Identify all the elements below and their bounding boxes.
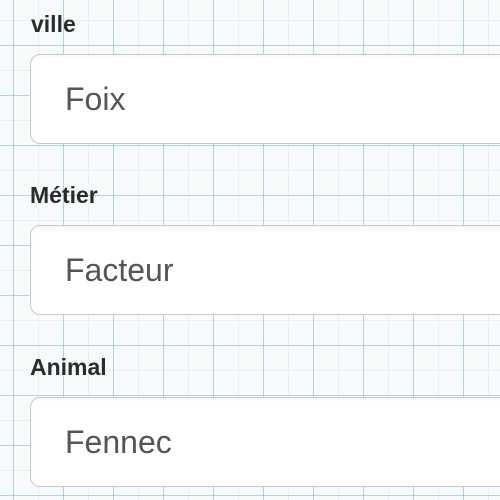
field-ville: ville <box>30 11 500 144</box>
field-metier: Métier <box>30 182 500 315</box>
ville-input[interactable] <box>30 54 500 144</box>
metier-input[interactable] <box>30 225 500 315</box>
field-animal: Animal <box>30 354 500 487</box>
ville-label: ville <box>31 11 76 37</box>
metier-label: Métier <box>30 182 98 208</box>
animal-input[interactable] <box>30 397 500 487</box>
animal-label: Animal <box>30 354 107 380</box>
